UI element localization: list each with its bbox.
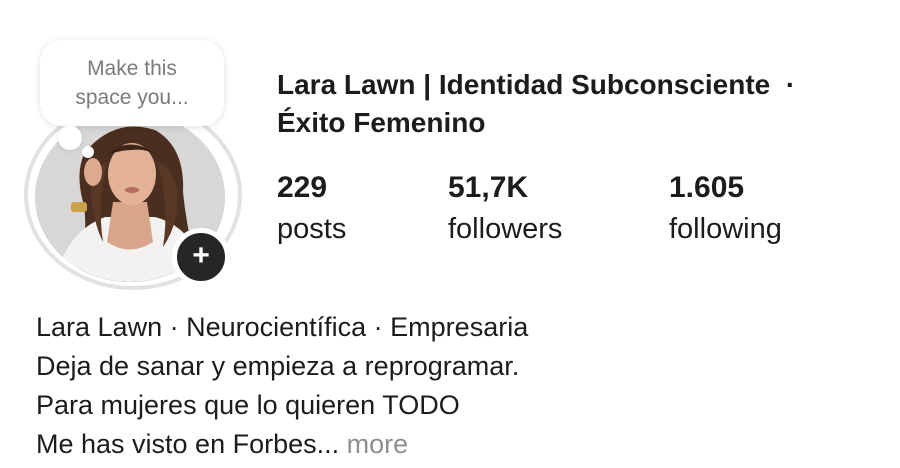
plus-icon: + [192,239,210,272]
stat-posts-label: posts [277,213,347,245]
stat-followers-value: 51,7K [448,171,529,204]
more-link[interactable]: more [347,429,409,459]
bio-line: Deja de sanar y empieza a reprogramar. [36,351,520,381]
stat-following-label: following [669,213,782,245]
note-bubble[interactable]: Make this space you... [40,40,224,126]
stat-following[interactable]: 1.605 following [669,170,782,248]
note-bubble-tail-small [82,146,94,158]
bio: Lara Lawn · Neurocientífica · Empresaria… [36,308,528,464]
note-bubble-tail [58,126,82,150]
bio-line: Lara Lawn · Neurocientífica · Empresaria [36,312,529,342]
profile-name: Lara Lawn | Identidad Subconsciente · Éx… [277,66,877,142]
stat-posts-value: 229 [277,171,328,204]
bio-line: Para mujeres que lo quieren TODO [36,390,460,420]
profile-name-line-1: Lara Lawn | Identidad Subconsciente · [277,69,796,100]
stat-followers[interactable]: 51,7K followers [448,170,562,248]
profile-header: + Make this space you... Lara Lawn | Ide… [0,0,900,468]
stat-posts[interactable]: 229 posts [277,170,346,248]
note-text: Make this space you... [75,57,189,109]
bio-line-last: Me has visto en Forbes... more [36,425,528,464]
stat-followers-label: followers [448,213,563,245]
add-story-button[interactable]: + [172,228,230,286]
profile-name-line-2: Éxito Femenino [277,107,486,138]
bio-line: Me has visto en Forbes... [36,429,340,459]
stat-following-value: 1.605 [669,171,745,204]
